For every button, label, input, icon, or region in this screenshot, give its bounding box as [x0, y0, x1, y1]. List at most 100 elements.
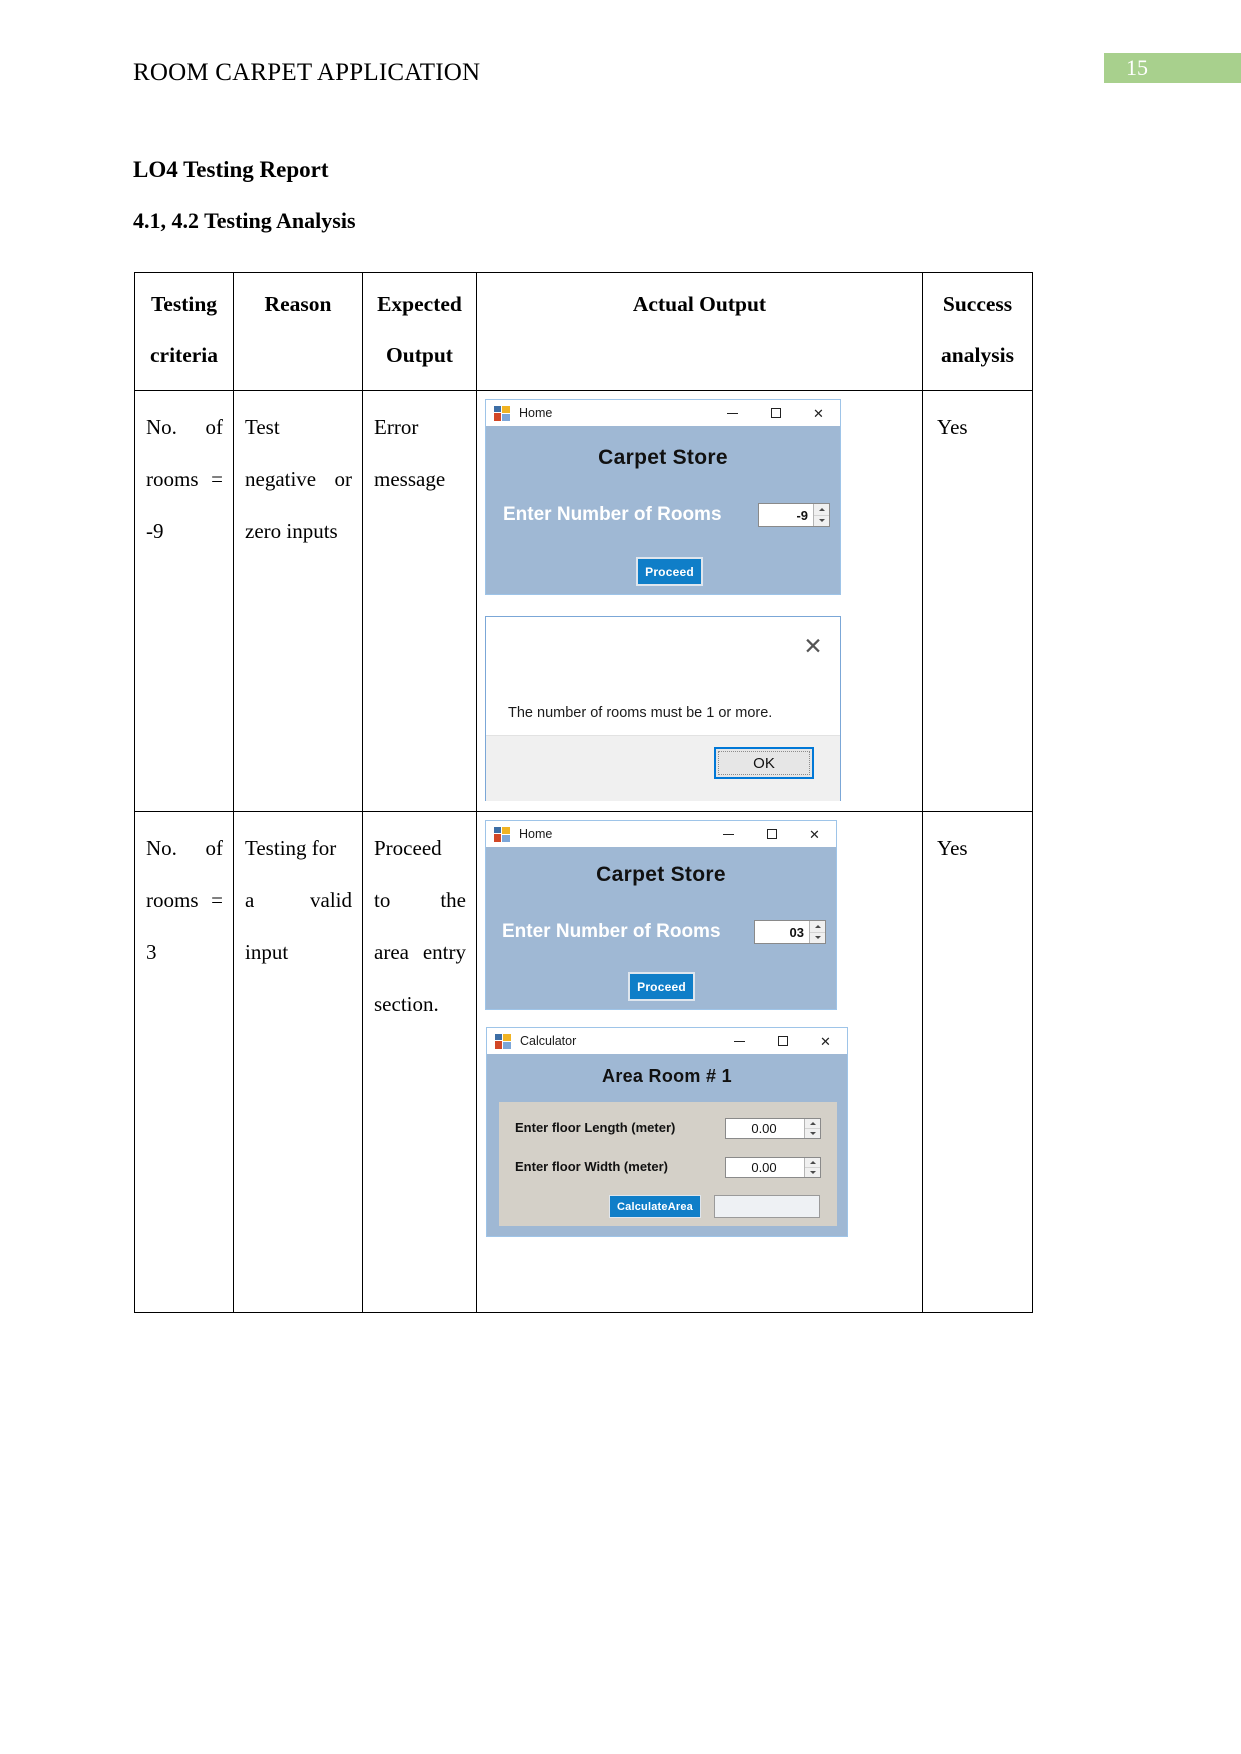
- col-header-expected-output: Expected Output: [362, 272, 477, 391]
- document-header: ROOM CARPET APPLICATION 15: [0, 53, 1241, 97]
- stepper-arrows[interactable]: [809, 921, 825, 943]
- cell-line: rooms =: [146, 888, 223, 912]
- rooms-number-stepper[interactable]: -9: [758, 503, 830, 527]
- calculator-form-titlebar[interactable]: Calculator ✕: [487, 1028, 847, 1054]
- col-header-reason: Reason: [233, 272, 363, 391]
- cell-reason: Test negative or zero inputs: [233, 390, 363, 812]
- col-header-line: Output: [386, 343, 453, 367]
- home-form-body: Carpet Store Enter Number of Rooms 03 Pr…: [486, 847, 836, 1009]
- home-form-title: Home: [519, 406, 553, 420]
- calculator-input-panel: Enter floor Length (meter) 0.00 Enter fl…: [499, 1102, 837, 1226]
- close-icon[interactable]: ✕: [804, 1028, 847, 1054]
- maximize-icon[interactable]: [750, 821, 793, 847]
- maximize-icon[interactable]: [754, 400, 797, 426]
- cell-line: negative or: [245, 467, 352, 491]
- cell-expected-output: Proceed to the area entry section.: [362, 811, 477, 1313]
- rooms-number-stepper[interactable]: 03: [754, 920, 826, 944]
- ok-button[interactable]: OK: [714, 747, 814, 779]
- col-header-line: analysis: [941, 343, 1014, 367]
- calculator-form-title: Calculator: [520, 1034, 577, 1048]
- cell-line: No. of: [146, 415, 223, 439]
- cell-line: No. of: [146, 836, 223, 860]
- area-room-heading: Area Room # 1: [602, 1066, 732, 1086]
- col-header-line: Reason: [264, 292, 332, 316]
- width-row: Enter floor Width (meter) 0.00: [515, 1157, 821, 1178]
- table-header-row: Testing criteria Reason Expected Output …: [134, 272, 1033, 391]
- document-title: ROOM CARPET APPLICATION: [133, 59, 481, 86]
- length-stepper[interactable]: 0.00: [725, 1118, 821, 1139]
- success-value: Yes: [937, 415, 968, 439]
- close-icon[interactable]: ✕: [800, 633, 826, 659]
- col-header-line: Expected: [377, 292, 462, 316]
- cell-success-analysis: Yes: [922, 811, 1033, 1313]
- cell-line: Testing for: [245, 836, 337, 860]
- col-header-testing-criteria: Testing criteria: [134, 272, 234, 391]
- calculate-area-button[interactable]: CalculateArea: [609, 1195, 701, 1218]
- close-icon[interactable]: ✕: [793, 821, 836, 847]
- cell-actual-output: Home ✕ Carpet Store Enter Number of Room…: [476, 390, 923, 812]
- success-value: Yes: [937, 836, 968, 860]
- cell-testing-criteria: No. of rooms = 3: [134, 811, 234, 1313]
- cell-line: message: [374, 467, 446, 491]
- cell-line: Error: [374, 415, 419, 439]
- col-header-line: criteria: [149, 343, 219, 367]
- col-header-line: Success: [942, 292, 1013, 316]
- rooms-label: Enter Number of Rooms: [502, 921, 721, 942]
- col-header-line: Actual Output: [632, 292, 767, 316]
- focus-ring: [718, 751, 810, 775]
- cell-reason: Testing for a valid input: [233, 811, 363, 1313]
- home-form-window[interactable]: Home ✕ Carpet Store Enter Number of Room…: [485, 820, 837, 1010]
- cell-success-analysis: Yes: [922, 390, 1033, 812]
- cell-line: to the: [374, 888, 466, 912]
- cell-actual-output: Home ✕ Carpet Store Enter Number of Room…: [476, 811, 923, 1313]
- length-row: Enter floor Length (meter) 0.00: [515, 1118, 821, 1139]
- cell-line: input: [245, 940, 289, 964]
- calculator-form-window[interactable]: Calculator ✕ Area Room # 1 Enter floor L…: [486, 1027, 848, 1237]
- minimize-icon[interactable]: [707, 821, 750, 847]
- cell-line: section.: [374, 992, 439, 1016]
- screenshot-group-row2: Home ✕ Carpet Store Enter Number of Room…: [477, 812, 922, 1312]
- cell-line: Proceed: [374, 836, 442, 860]
- rooms-number-value[interactable]: 03: [755, 921, 809, 943]
- table-row: No. of rooms = -9 Test negative or zero …: [134, 390, 1033, 812]
- testing-analysis-table: Testing criteria Reason Expected Output …: [134, 272, 1033, 1313]
- close-icon[interactable]: ✕: [797, 400, 840, 426]
- minimize-icon[interactable]: [711, 400, 754, 426]
- width-stepper[interactable]: 0.00: [725, 1157, 821, 1178]
- cell-line: area entry: [374, 940, 466, 964]
- stepper-arrows[interactable]: [804, 1158, 820, 1177]
- home-form-window[interactable]: Home ✕ Carpet Store Enter Number of Room…: [485, 399, 841, 595]
- carpet-store-heading: Carpet Store: [598, 446, 728, 469]
- home-form-titlebar[interactable]: Home ✕: [486, 821, 836, 847]
- error-dialog-body: ✕ The number of rooms must be 1 or more.: [486, 617, 840, 735]
- heading-lo4-testing-report: LO4 Testing Report: [133, 157, 329, 182]
- home-form-titlebar[interactable]: Home ✕: [486, 400, 840, 426]
- col-header-line: Testing: [150, 292, 218, 316]
- width-value[interactable]: 0.00: [726, 1158, 804, 1177]
- rooms-label: Enter Number of Rooms: [503, 504, 722, 525]
- maximize-icon[interactable]: [761, 1028, 804, 1054]
- table-row: No. of rooms = 3 Testing for a valid inp…: [134, 811, 1033, 1313]
- minimize-icon[interactable]: [718, 1028, 761, 1054]
- cell-line: Test: [245, 415, 280, 439]
- width-label: Enter floor Width (meter): [515, 1159, 668, 1174]
- error-message-text: The number of rooms must be 1 or more.: [508, 705, 773, 721]
- windows-form-icon: [495, 1033, 511, 1049]
- windows-form-icon: [494, 405, 510, 421]
- stepper-arrows[interactable]: [813, 504, 829, 526]
- cell-testing-criteria: No. of rooms = -9: [134, 390, 234, 812]
- error-dialog-footer: OK: [486, 735, 840, 801]
- cell-line: -9: [146, 519, 164, 543]
- rooms-number-value[interactable]: -9: [759, 504, 813, 526]
- length-value[interactable]: 0.00: [726, 1119, 804, 1138]
- home-form-body: Carpet Store Enter Number of Rooms -9 Pr…: [486, 426, 840, 594]
- cell-line: 3: [146, 940, 157, 964]
- proceed-button[interactable]: Proceed: [636, 557, 703, 586]
- cell-line: zero inputs: [245, 519, 338, 543]
- heading-testing-analysis: 4.1, 4.2 Testing Analysis: [133, 208, 356, 233]
- stepper-arrows[interactable]: [804, 1119, 820, 1138]
- area-result-field[interactable]: [714, 1195, 820, 1218]
- page-number-badge: 15: [1104, 53, 1241, 83]
- proceed-button[interactable]: Proceed: [628, 972, 695, 1001]
- error-dialog[interactable]: ✕ The number of rooms must be 1 or more.…: [485, 616, 841, 801]
